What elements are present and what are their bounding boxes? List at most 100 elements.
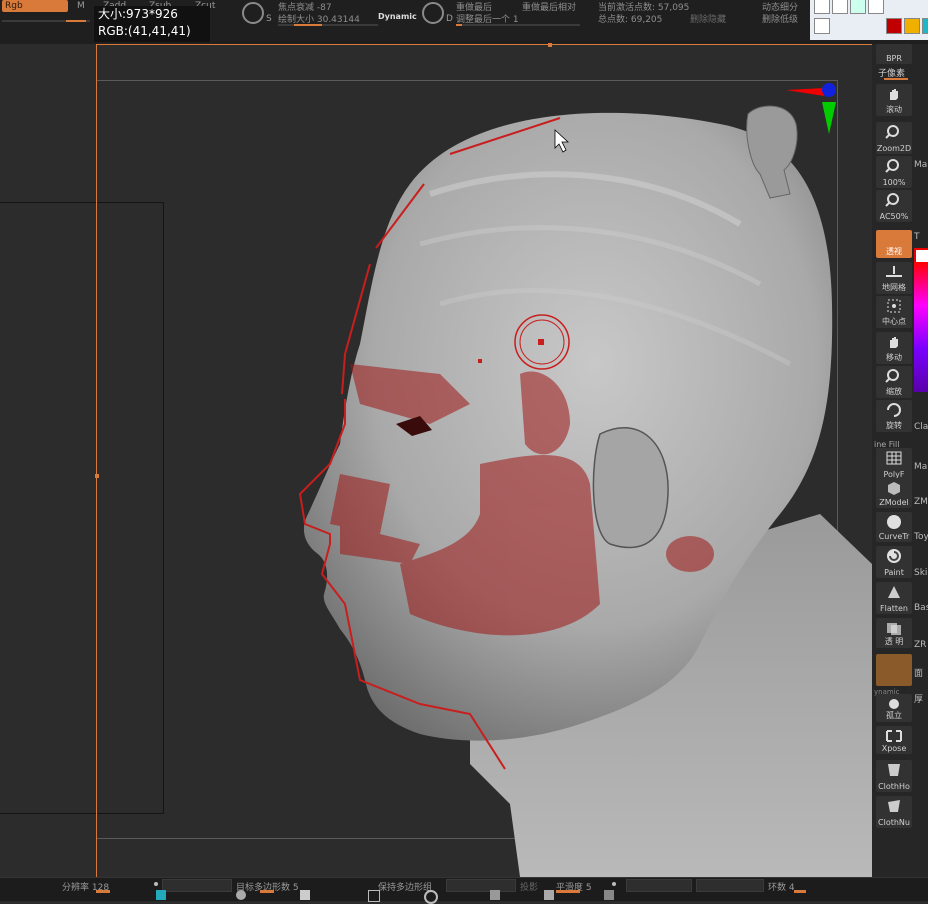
- bpr-button[interactable]: BPR: [876, 44, 912, 64]
- cyan-swatch[interactable]: [922, 18, 928, 34]
- cloth-icon[interactable]: [300, 890, 310, 900]
- loops-label[interactable]: 环数 4: [768, 880, 795, 893]
- transparency-label: 透 明: [884, 637, 904, 646]
- dot-icon: [154, 882, 158, 886]
- xpose-label: Xpose: [881, 744, 907, 753]
- rgb-button[interactable]: Rgb: [2, 0, 68, 12]
- zmodeler-label: ZModel: [879, 498, 909, 507]
- cut-label-ma: Ma: [914, 160, 928, 170]
- flatten-brush-button[interactable]: Flatten: [876, 582, 912, 614]
- cut-label-bas: Bas: [914, 603, 928, 613]
- keep-groups-button[interactable]: 保持多边形组: [378, 880, 432, 893]
- cut-label-zr: ZR: [914, 640, 927, 650]
- scroll-button[interactable]: 滚动: [876, 84, 912, 116]
- dot-small-icon[interactable]: [814, 18, 830, 34]
- dynamic-subdiv-button[interactable]: 动态细分: [762, 0, 798, 13]
- loops-slider[interactable]: [794, 890, 806, 893]
- draw-size-slider[interactable]: [278, 24, 378, 26]
- tool-icon[interactable]: [490, 890, 500, 900]
- expand-icon: [886, 730, 902, 742]
- clothhook-brush-button[interactable]: ClothHo: [876, 760, 912, 792]
- zoom2d-button[interactable]: Zoom2D: [876, 122, 912, 154]
- d-brush-icon[interactable]: D: [422, 2, 453, 24]
- lines-icon[interactable]: [544, 890, 554, 900]
- rotate-button[interactable]: 旋转: [876, 400, 912, 432]
- head-sculpt[interactable]: [0, 44, 872, 877]
- project-button[interactable]: 投影: [520, 880, 538, 893]
- option-field[interactable]: [696, 879, 764, 892]
- dot-large-icon[interactable]: [854, 18, 868, 32]
- rgb-intensity-slider[interactable]: [2, 20, 90, 22]
- color-palette: [810, 0, 928, 40]
- transparency-button[interactable]: 透 明: [876, 618, 912, 648]
- paint-brush-button[interactable]: Paint: [876, 546, 912, 578]
- doc-icon[interactable]: [868, 0, 884, 14]
- keep-groups-field[interactable]: [446, 879, 516, 892]
- zoom2d-label: Zoom2D: [876, 144, 912, 153]
- curvetube-label: CurveTr: [878, 532, 910, 541]
- material-button[interactable]: [876, 654, 912, 686]
- flatten-label: Flatten: [880, 604, 908, 613]
- dynamic-button[interactable]: Dynamic: [378, 12, 417, 21]
- floor-grid-button[interactable]: 地网格: [876, 262, 912, 294]
- sphere-icon[interactable]: [236, 890, 246, 900]
- solo-button[interactable]: 孤立: [876, 694, 912, 722]
- clothnudge-brush-button[interactable]: ClothNu: [876, 796, 912, 828]
- s-brush-icon[interactable]: S: [242, 2, 272, 24]
- rgb-readout: RGB:(41,41,41): [98, 24, 191, 38]
- red-swatch[interactable]: [886, 18, 902, 34]
- yellow-swatch[interactable]: [904, 18, 920, 34]
- move-label: 移动: [886, 353, 902, 362]
- curvetube-brush-button[interactable]: CurveTr: [876, 512, 912, 542]
- ac50-label: AC50%: [879, 212, 909, 221]
- center-point-label: 中心点: [882, 317, 906, 326]
- brush-cursor-center: [538, 339, 544, 345]
- rotate-icon: [887, 403, 901, 417]
- target-poly-slider[interactable]: [260, 890, 274, 893]
- hue-slider[interactable]: [914, 262, 928, 392]
- dot-medium-icon[interactable]: [832, 18, 846, 32]
- cut-label-ma2: Ma: [914, 462, 928, 472]
- magnifier-icon: [885, 369, 899, 383]
- subpixel-slider[interactable]: [884, 78, 908, 80]
- cut-label-zmo: ZMo: [914, 497, 928, 507]
- center-point-button[interactable]: 中心点: [876, 296, 912, 328]
- d-label: D: [446, 14, 453, 24]
- cut-label-t: T: [914, 232, 920, 242]
- cube-icon[interactable]: [156, 890, 166, 900]
- delete-lower-button[interactable]: 删除低级: [762, 12, 798, 25]
- resolution-slider[interactable]: [96, 890, 110, 893]
- solo-label: 孤立: [886, 711, 902, 720]
- info-tooltip: 大小:973*926 RGB:(41,41,41): [94, 6, 210, 42]
- zoom-button[interactable]: 缩放: [876, 366, 912, 398]
- m-button[interactable]: M: [74, 0, 88, 12]
- cut-label-mian: 面: [914, 669, 924, 679]
- resolution-field[interactable]: [162, 879, 232, 892]
- xpose-button[interactable]: Xpose: [876, 726, 912, 754]
- undo-icon[interactable]: [850, 0, 866, 14]
- smooth-field[interactable]: [626, 879, 692, 892]
- clothnudge-label: ClothNu: [878, 818, 910, 827]
- adjust-last-slider[interactable]: [456, 24, 580, 26]
- grid-icon: [886, 451, 902, 465]
- sphere-icon: [887, 515, 901, 529]
- shape-icon[interactable]: [604, 890, 614, 900]
- delete-hidden-button[interactable]: 删除隐藏: [690, 12, 726, 25]
- polyf-button[interactable]: PolyF: [876, 448, 912, 480]
- zmodeler-brush-button[interactable]: ZModel: [876, 478, 912, 508]
- square-icon[interactable]: [814, 0, 830, 14]
- square-icon[interactable]: [368, 890, 380, 902]
- hand-icon: [890, 337, 898, 348]
- zoom100-button[interactable]: 100%: [876, 156, 912, 188]
- ac50-button[interactable]: AC50%: [876, 190, 912, 222]
- move-button[interactable]: 移动: [876, 332, 912, 364]
- pen-icon[interactable]: [832, 0, 848, 14]
- hand-icon: [890, 89, 898, 100]
- canvas-size-label: 大小:973*926: [98, 7, 178, 21]
- transparency-icon: [887, 623, 901, 635]
- repeat-last-relative-button[interactable]: 重做最后相对: [522, 0, 576, 13]
- total-points-label: 总点数: 69,205: [598, 15, 663, 25]
- perspective-button[interactable]: 透视: [876, 230, 912, 258]
- smooth-slider[interactable]: [556, 890, 580, 893]
- circle-icon[interactable]: [424, 890, 438, 904]
